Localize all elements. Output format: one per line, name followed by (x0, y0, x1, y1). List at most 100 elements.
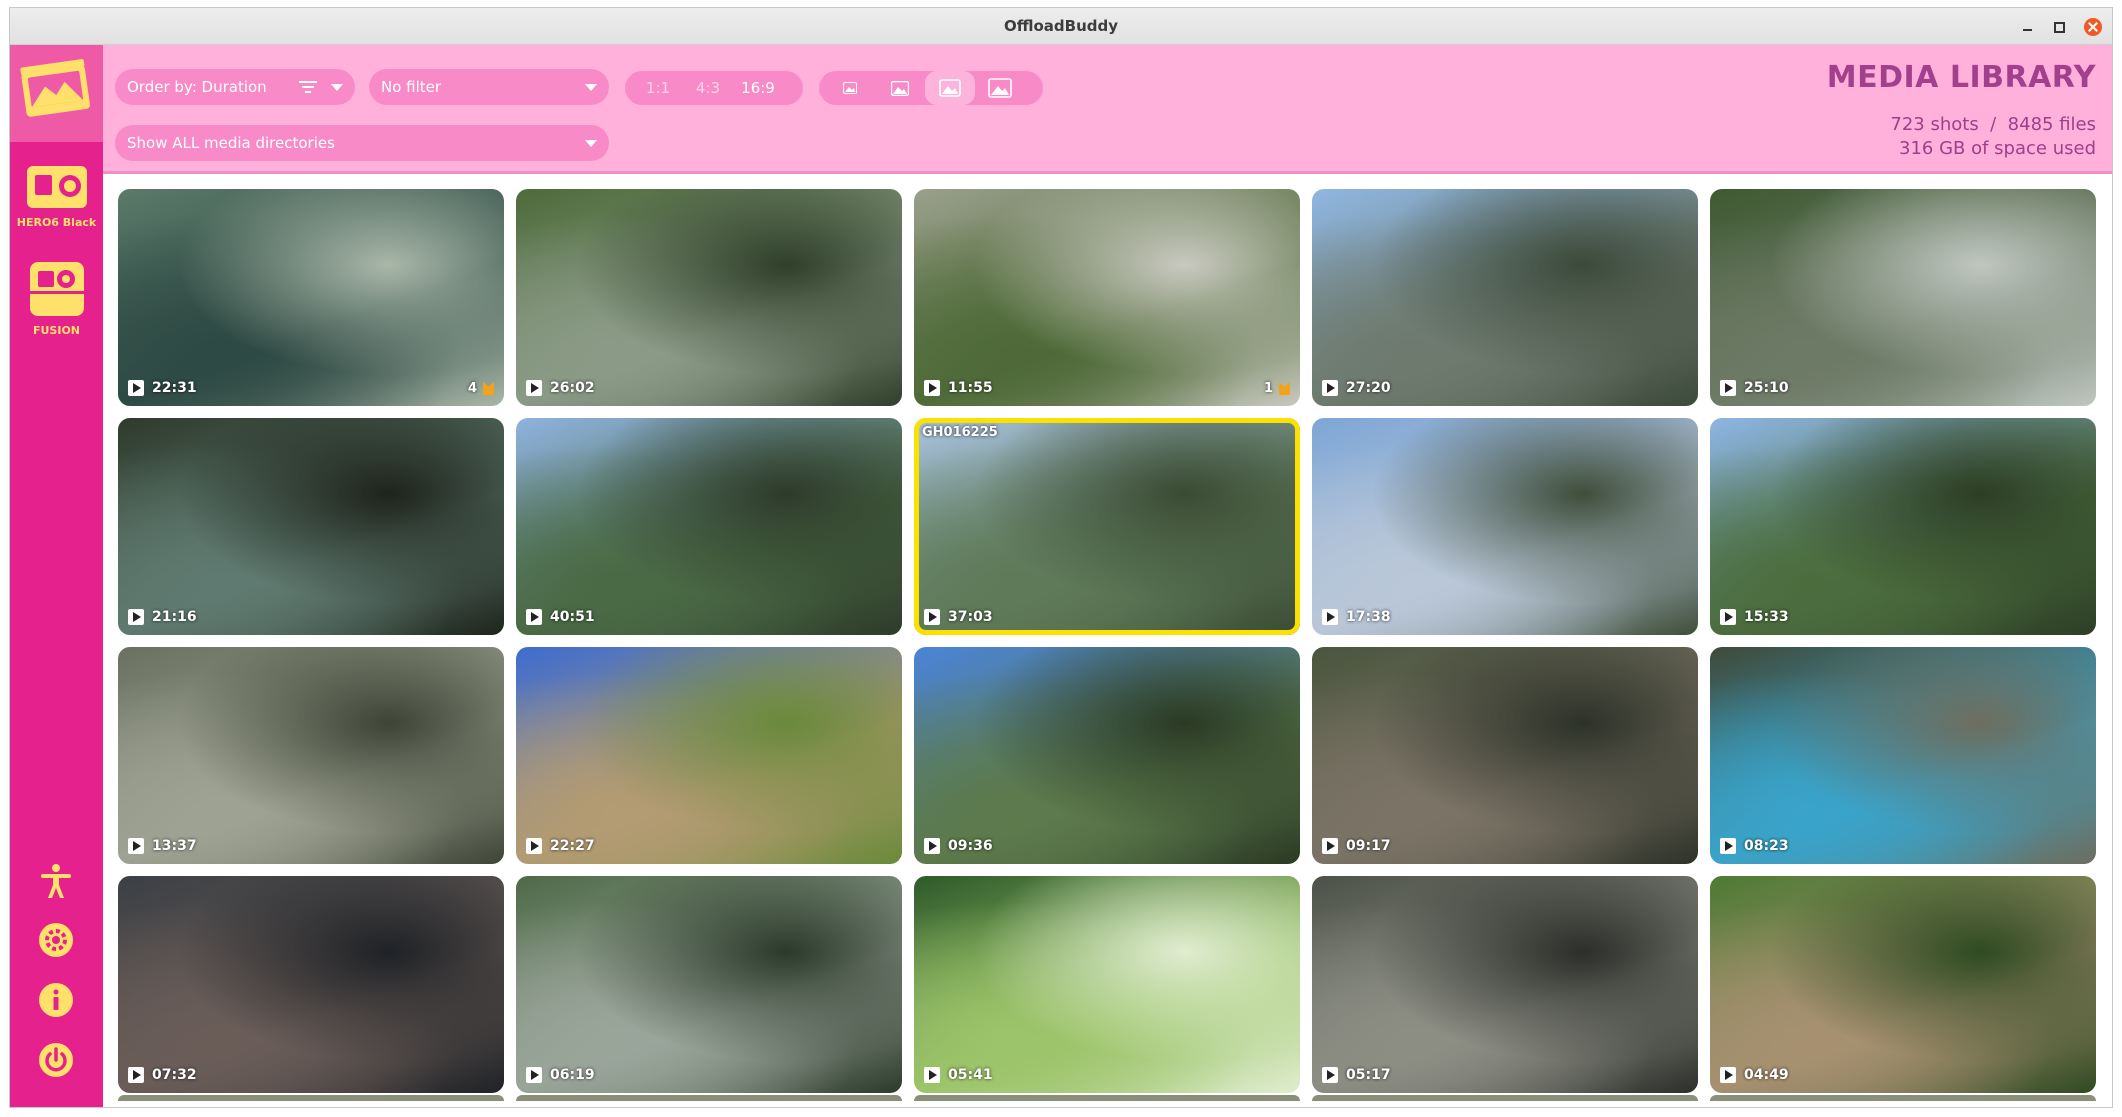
media-thumbnail[interactable]: 05:17 (1312, 876, 1698, 1093)
video-play-icon (924, 380, 940, 396)
chevron-down-icon (331, 84, 343, 91)
window-title: OffloadBuddy (1003, 17, 1119, 35)
video-play-icon (128, 609, 144, 625)
sidebar-camera-label: FUSION (32, 324, 81, 337)
media-grid-next-row (118, 1095, 2098, 1101)
media-duration: 09:36 (924, 838, 993, 854)
ratio-16-9-button[interactable]: 16:9 (733, 79, 783, 97)
power-icon[interactable] (38, 1042, 74, 1078)
settings-gear-icon[interactable] (38, 922, 74, 958)
thumb-size-s-button[interactable] (875, 71, 925, 105)
video-play-icon (526, 380, 542, 396)
sidebar-camera-label: HERO6 Black (16, 216, 97, 229)
video-play-icon (1322, 1067, 1338, 1083)
media-duration: 05:41 (924, 1067, 993, 1083)
media-thumbnail[interactable]: 26:02 (516, 189, 902, 406)
media-thumbnail[interactable]: 09:17 (1312, 647, 1698, 864)
sidebar: HERO6 Black FUSION (10, 45, 103, 1107)
camera-icon (29, 262, 84, 316)
duration-text: 17:38 (1346, 609, 1391, 625)
media-thumbnail[interactable]: 06:19 (516, 876, 902, 1093)
media-library-logo-icon (20, 59, 90, 117)
duration-text: 05:41 (948, 1067, 993, 1083)
media-duration: 11:55 (924, 380, 993, 396)
thumb-size-m-button[interactable] (925, 71, 975, 105)
video-play-icon (128, 1067, 144, 1083)
media-thumbnail[interactable]: 40:51 (516, 418, 902, 635)
duration-text: 11:55 (948, 380, 993, 396)
duration-text: 15:33 (1744, 609, 1789, 625)
media-thumbnail[interactable]: 21:16 (118, 418, 504, 635)
sort-icon (299, 81, 317, 93)
aspect-ratio-selector: 1:1 4:3 16:9 (625, 71, 803, 105)
sidebar-camera-hero6[interactable]: HERO6 Black (10, 165, 103, 229)
duration-text: 40:51 (550, 609, 595, 625)
video-play-icon (924, 1067, 940, 1083)
duration-text: 06:19 (550, 1067, 595, 1083)
video-play-icon (1322, 609, 1338, 625)
ratio-1-1-button[interactable]: 1:1 (633, 79, 683, 97)
info-icon[interactable] (38, 982, 74, 1018)
video-play-icon (526, 609, 542, 625)
media-thumbnail[interactable]: 27:20 (1312, 189, 1698, 406)
titlebar: OffloadBuddy (10, 8, 2112, 45)
highlight-count: 1 (1263, 381, 1273, 396)
accessibility-icon[interactable] (38, 863, 74, 899)
header-toolbar: Order by: Duration No filter Show ALL me… (103, 45, 2112, 174)
media-duration: 08:23 (1720, 838, 1789, 854)
duration-text: 26:02 (550, 380, 595, 396)
media-thumbnail[interactable]: GH016225 37:03 (914, 418, 1300, 635)
video-play-icon (924, 609, 940, 625)
media-thumbnail-partial[interactable] (118, 1095, 504, 1101)
media-thumbnail[interactable]: 22:31 4 (118, 189, 504, 406)
video-play-icon (1322, 838, 1338, 854)
video-play-icon (1720, 838, 1736, 854)
media-thumbnail[interactable]: 07:32 (118, 876, 504, 1093)
page-title: MEDIA LIBRARY (1826, 60, 2096, 95)
media-duration: 21:16 (128, 609, 197, 625)
thumb-size-l-button[interactable] (975, 71, 1025, 105)
filter-dropdown[interactable]: No filter (369, 69, 609, 105)
media-duration: 04:49 (1720, 1067, 1789, 1083)
media-thumbnail[interactable]: 11:55 1 (914, 189, 1300, 406)
video-play-icon (1720, 380, 1736, 396)
media-thumbnail[interactable]: 22:27 (516, 647, 902, 864)
video-play-icon (1720, 609, 1736, 625)
media-duration: 37:03 (924, 609, 993, 625)
camera-icon (26, 166, 87, 208)
close-button[interactable] (2084, 18, 2102, 36)
ratio-4-3-button[interactable]: 4:3 (683, 79, 733, 97)
media-thumbnail-partial[interactable] (914, 1095, 1300, 1101)
media-thumbnail[interactable]: 04:49 (1710, 876, 2096, 1093)
media-thumbnail[interactable]: 25:10 (1710, 189, 2096, 406)
duration-text: 21:16 (152, 609, 197, 625)
media-duration: 13:37 (128, 838, 197, 854)
shots-files-count: 723 shots / 8485 files (1890, 114, 2096, 135)
media-thumbnail-partial[interactable] (1312, 1095, 1698, 1101)
filter-label: No filter (381, 78, 442, 96)
maximize-button[interactable] (2050, 18, 2068, 36)
directories-dropdown[interactable]: Show ALL media directories (115, 125, 609, 161)
media-duration: 15:33 (1720, 609, 1789, 625)
media-library-button[interactable] (10, 45, 103, 142)
media-thumbnail[interactable]: 05:41 (914, 876, 1300, 1093)
video-play-icon (1720, 1067, 1736, 1083)
media-thumbnail[interactable]: 17:38 (1312, 418, 1698, 635)
video-play-icon (1322, 380, 1338, 396)
video-play-icon (526, 838, 542, 854)
order-by-dropdown[interactable]: Order by: Duration (115, 69, 355, 105)
media-thumbnail[interactable]: 09:36 (914, 647, 1300, 864)
media-thumbnail-partial[interactable] (1710, 1095, 2096, 1101)
media-duration: 22:31 (128, 380, 197, 396)
chevron-down-icon (585, 84, 597, 91)
video-play-icon (128, 838, 144, 854)
sidebar-camera-fusion[interactable]: FUSION (10, 261, 103, 337)
media-thumbnail-partial[interactable] (516, 1095, 902, 1101)
media-thumbnail[interactable]: 15:33 (1710, 418, 2096, 635)
image-small-icon (843, 82, 857, 94)
minimize-button[interactable] (2019, 18, 2037, 36)
media-duration: 05:17 (1322, 1067, 1391, 1083)
thumb-size-xs-button[interactable] (825, 71, 875, 105)
media-thumbnail[interactable]: 13:37 (118, 647, 504, 864)
media-thumbnail[interactable]: 08:23 (1710, 647, 2096, 864)
